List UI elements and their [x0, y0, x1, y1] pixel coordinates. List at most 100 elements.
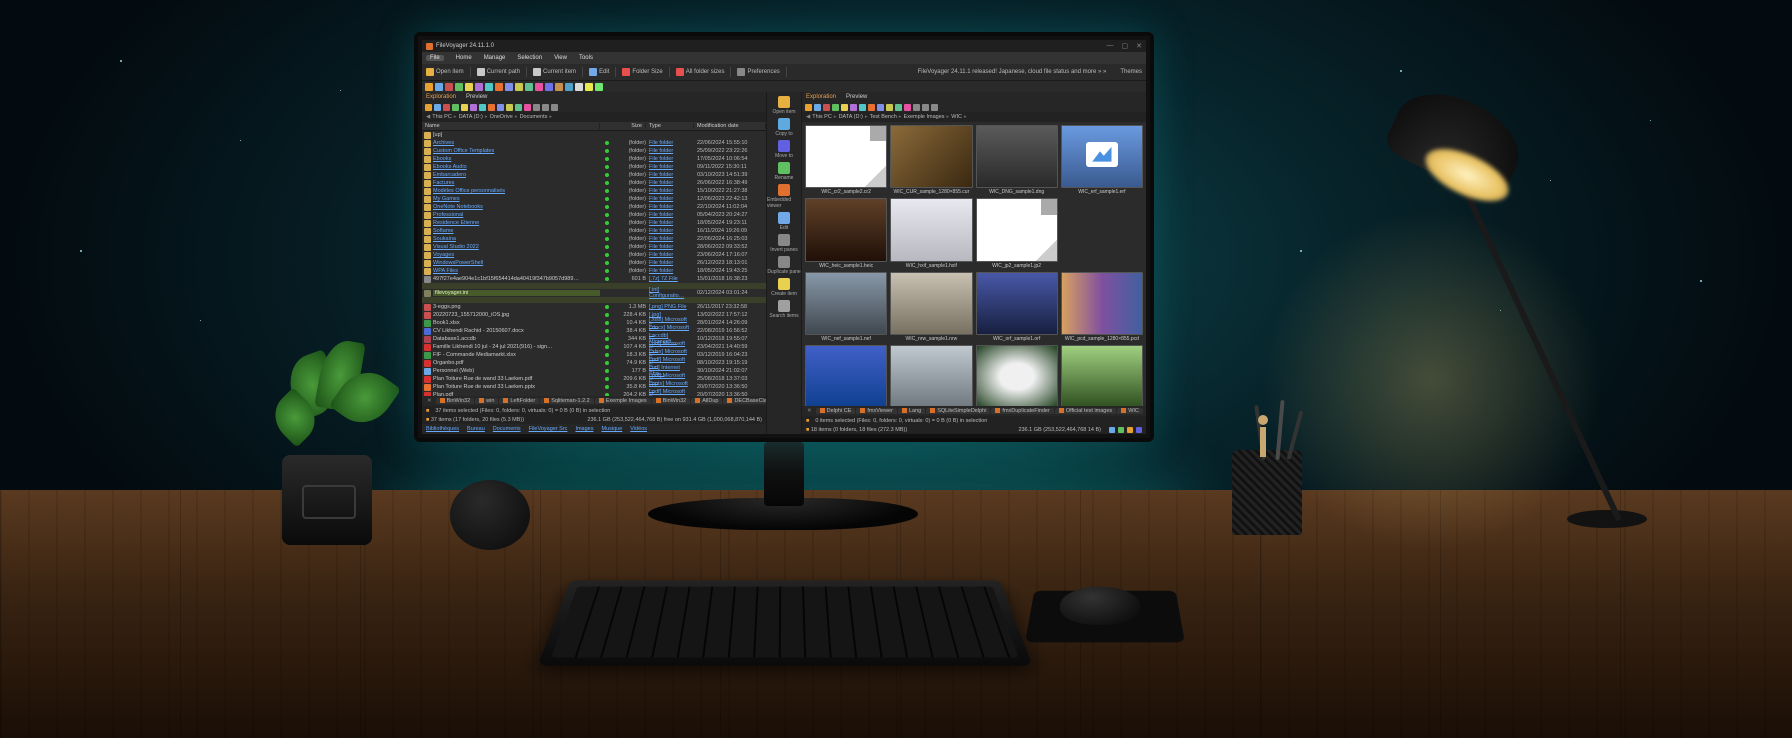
mid-open-item[interactable]: Open item [772, 96, 795, 115]
bottom-tab[interactable]: Official test images [1055, 408, 1116, 414]
thumbnail[interactable]: WIC_RW2_sample1.rw2 [1061, 345, 1143, 406]
menu-tools[interactable]: Tools [579, 55, 593, 61]
ribbon-all-folder-sizes[interactable]: All folder sizes [676, 68, 725, 76]
mini-tool-icon[interactable] [823, 104, 830, 111]
mini-tool-icon[interactable] [904, 104, 911, 111]
toolbar-icon[interactable] [485, 83, 493, 91]
file-row[interactable]: WindowsPowerShell(folder)File folder26/1… [422, 259, 766, 267]
bottom-tab[interactable]: fmxDuplicateFinder [991, 408, 1053, 414]
thumbnail[interactable]: WIC_hxif_sample1.hxif [890, 198, 972, 268]
col-name[interactable]: Name [422, 123, 600, 129]
file-row[interactable]: Professional(folder)File folder05/04/202… [422, 211, 766, 219]
mini-tool-icon[interactable] [859, 104, 866, 111]
file-row[interactable]: Organbo.pdf74.9 KB[.pdf] Microsoft E…08/… [422, 359, 766, 367]
thumbnail[interactable]: WIC_nef_sample1.nef [805, 272, 887, 342]
mini-tool-icon[interactable] [533, 104, 540, 111]
mini-tool-icon[interactable] [832, 104, 839, 111]
toolbar-icon[interactable] [515, 83, 523, 91]
mini-tool-icon[interactable] [895, 104, 902, 111]
mid-create-item[interactable]: Create item [771, 278, 797, 297]
tab-exploration[interactable]: Exploration [806, 94, 836, 100]
file-row[interactable]: Archives(folder)File folder22/06/2024 15… [422, 139, 766, 147]
mini-tool-icon[interactable] [542, 104, 549, 111]
file-row[interactable]: Database1.accdb344 KB[.accdb] Microsoft…… [422, 335, 766, 343]
thumbnail[interactable]: WIC_cr2_sample2.cr2 [805, 125, 887, 195]
ribbon-folder-size[interactable]: Folder Size [622, 68, 662, 76]
mini-tool-icon[interactable] [461, 104, 468, 111]
file-row[interactable]: Softame(folder)File folder16/11/2024 19:… [422, 227, 766, 235]
mini-tool-icon[interactable] [868, 104, 875, 111]
file-row[interactable]: Custom Office Templates(folder)File fold… [422, 147, 766, 155]
file-row[interactable]: Visual Studio 2022(folder)File folder28/… [422, 243, 766, 251]
ribbon-edit[interactable]: Edit [589, 68, 609, 76]
bottom-tab[interactable]: SQLiteSimpleDelphi [926, 408, 990, 414]
mini-tool-icon[interactable] [850, 104, 857, 111]
shortcut-link[interactable]: Musique [601, 426, 622, 432]
thumbnail[interactable]: WIC_DNG_sample1.dng [976, 125, 1058, 195]
left-list-header[interactable]: Name Size Type Modification date [422, 122, 766, 131]
crumb[interactable]: DATA (D:) [459, 114, 483, 120]
mini-tool-icon[interactable] [931, 104, 938, 111]
tray-icon[interactable] [1136, 427, 1142, 433]
mini-tool-icon[interactable] [814, 104, 821, 111]
file-row[interactable]: Residence Etienne(folder)File folder18/0… [422, 219, 766, 227]
thumbnail[interactable]: WIC_heic_sample1.heic [805, 198, 887, 268]
file-row[interactable]: [up] [422, 131, 766, 139]
shortcut-link[interactable]: Bibliothèques [426, 426, 459, 432]
toolbar-icon[interactable] [575, 83, 583, 91]
col-date[interactable]: Modification date [694, 123, 766, 129]
themes-button[interactable]: Themes [1120, 69, 1142, 75]
file-row[interactable]: Famille Likhendi 10 jul - 24 jul 2021(91… [422, 343, 766, 351]
left-file-list[interactable]: [up]Archives(folder)File folder22/06/202… [422, 131, 766, 396]
thumbnail[interactable]: WIC_erf_sample1.erf [1061, 125, 1143, 195]
mid-move-to[interactable]: Move to [775, 140, 793, 159]
mini-tool-icon[interactable] [479, 104, 486, 111]
mid-edit[interactable]: Edit [778, 212, 790, 231]
bottom-tab[interactable]: LeftFolder [499, 398, 539, 404]
file-row[interactable]: 20220723_155712000_iOS.jpg228.4 KB[.jpg]… [422, 311, 766, 319]
crumb[interactable]: Test Bench [870, 114, 897, 120]
mini-tool-icon[interactable] [425, 104, 432, 111]
tab-preview[interactable]: Preview [846, 94, 867, 100]
file-row[interactable]: Soukaina(folder)File folder22/06/2024 16… [422, 235, 766, 243]
mini-tool-icon[interactable] [886, 104, 893, 111]
mini-tool-icon[interactable] [841, 104, 848, 111]
titlebar[interactable]: FileVoyager 24.11.1.0 — ▢ ✕ [422, 40, 1146, 52]
mini-tool-icon[interactable] [524, 104, 531, 111]
shortcut-link[interactable]: FileVoyager Src [529, 426, 568, 432]
ribbon-current-path[interactable]: Current path [477, 68, 520, 76]
tab-exploration[interactable]: Exploration [426, 94, 456, 100]
mini-tool-icon[interactable] [913, 104, 920, 111]
bottom-tab[interactable]: AllDup [691, 398, 722, 404]
file-row[interactable]: Ebooks(folder)File folder17/05/2024 10:0… [422, 155, 766, 163]
minimize-button[interactable]: — [1107, 42, 1114, 50]
file-row[interactable]: FIF - Commande Mediamarkt.xlsx18.3 KB[.x… [422, 351, 766, 359]
right-breadcrumb[interactable]: ◀This PC ▸ DATA (D:) ▸ Test Bench ▸ Exem… [802, 112, 1146, 122]
toolbar-icon[interactable] [455, 83, 463, 91]
toolbar-icon[interactable] [565, 83, 573, 91]
toolbar-icon[interactable] [465, 83, 473, 91]
file-row[interactable]: Factures(folder)File folder26/06/2022 16… [422, 179, 766, 187]
mini-tool-icon[interactable] [805, 104, 812, 111]
mid-copy-to[interactable]: Copy to [775, 118, 792, 137]
mid-search-items[interactable]: Search items [769, 300, 798, 319]
col-size[interactable]: Size [614, 123, 646, 129]
thumbnail[interactable]: WIC_pcx_sample_1280×855.pcx [805, 345, 887, 406]
file-row[interactable]: Plan Toiture Rue de wand 33 Laeken.pptx3… [422, 383, 766, 391]
tab-preview[interactable]: Preview [466, 94, 487, 100]
crumb[interactable]: This PC [432, 114, 452, 120]
thumbnail-grid[interactable]: WIC_cr2_sample2.cr2WIC_CUR_sample_1280×8… [802, 122, 1146, 406]
mini-tool-icon[interactable] [443, 104, 450, 111]
mid-rename[interactable]: Rename [775, 162, 794, 181]
mid-duplicate-pane[interactable]: Duplicate pane [767, 256, 800, 275]
file-row[interactable]: My Games(folder)File folder12/06/2023 22… [422, 195, 766, 203]
maximize-button[interactable]: ▢ [1122, 42, 1129, 50]
toolbar-icon[interactable] [535, 83, 543, 91]
toolbar-icon[interactable] [545, 83, 553, 91]
menu-view[interactable]: View [554, 55, 567, 61]
toolbar-icon[interactable] [555, 83, 563, 91]
bottom-tab[interactable]: BinWin32 [652, 398, 691, 404]
tray-icon[interactable] [1118, 427, 1124, 433]
shortcut-link[interactable]: Documents [493, 426, 521, 432]
toolbar-icon[interactable] [445, 83, 453, 91]
